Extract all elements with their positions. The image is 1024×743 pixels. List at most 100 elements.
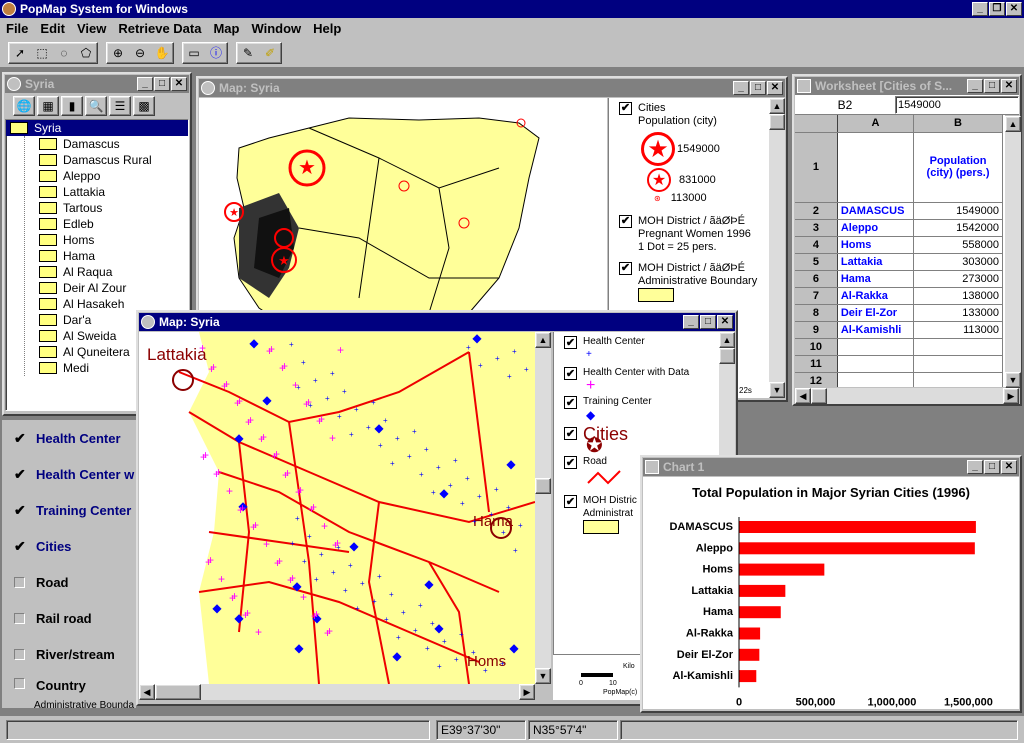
hc-checkbox[interactable]: ✔	[564, 336, 577, 349]
scroll-up-icon[interactable]: ▲	[535, 332, 551, 348]
minimize-button[interactable]: _	[972, 2, 988, 16]
checkbox-empty[interactable]	[14, 678, 25, 689]
hcd-checkbox[interactable]: ✔	[564, 367, 577, 380]
moh3-checkbox[interactable]: ✔	[564, 495, 577, 508]
moh1-checkbox[interactable]: ✔	[619, 215, 632, 228]
tree-maximize-button[interactable]: □	[154, 77, 170, 91]
menu-map[interactable]: Map	[207, 21, 245, 36]
checkbox-empty[interactable]	[14, 648, 25, 660]
map2-close-button[interactable]: ✕	[717, 315, 733, 329]
grid-view-icon[interactable]: ▩	[133, 96, 155, 116]
cell-b[interactable]: 1542000	[913, 219, 1003, 237]
tree-item[interactable]: Aleppo	[25, 168, 188, 184]
row-header[interactable]: 2	[795, 202, 838, 220]
map2-vscroll[interactable]: ▲ ▼	[535, 332, 551, 684]
moh2-checkbox[interactable]: ✔	[619, 262, 632, 275]
tree-item[interactable]: Edleb	[25, 216, 188, 232]
row-header[interactable]: 3	[795, 219, 838, 237]
tree-root[interactable]: Syria	[6, 120, 188, 136]
col-header-a[interactable]: A	[837, 115, 915, 133]
map2-maximize-button[interactable]: □	[700, 315, 716, 329]
layer-item[interactable]: ✔ Training Center	[2, 492, 136, 528]
cell-b[interactable]	[913, 372, 1003, 387]
tree-item[interactable]: Lattakia	[25, 184, 188, 200]
scroll-down-icon[interactable]: ▼	[535, 668, 551, 684]
cell-b[interactable]: 558000	[913, 236, 1003, 254]
highlight-tool-icon[interactable]: ✐	[259, 43, 281, 63]
row-header-1[interactable]: 1	[795, 132, 838, 203]
cell-a[interactable]: DAMASCUS	[837, 202, 915, 220]
bar[interactable]	[739, 670, 757, 683]
search-icon[interactable]: 🔍	[85, 96, 107, 116]
menu-window[interactable]: Window	[245, 21, 307, 36]
cell-a[interactable]: Hama	[837, 270, 915, 288]
row-header[interactable]: 9	[795, 321, 838, 339]
cell-a[interactable]: Lattakia	[837, 253, 915, 271]
tree-item[interactable]: Al Raqua	[25, 264, 188, 280]
layer-item[interactable]: Rail road	[2, 600, 136, 636]
bar[interactable]	[739, 521, 976, 533]
map2-hscroll[interactable]: ◀ ▶	[139, 684, 535, 700]
chart-maximize-button[interactable]: □	[984, 460, 1000, 474]
checkbox-empty[interactable]	[14, 612, 25, 624]
scroll-thumb[interactable]	[811, 388, 827, 404]
cities2-checkbox[interactable]: ✔	[564, 427, 577, 440]
tree-item[interactable]: Hama	[25, 248, 188, 264]
row-header[interactable]: 6	[795, 270, 838, 288]
chart-minimize-button[interactable]: _	[967, 460, 983, 474]
cell-a[interactable]: Deir El-Zor	[837, 304, 915, 322]
row-header[interactable]: 5	[795, 253, 838, 271]
cell-b[interactable]: 273000	[913, 270, 1003, 288]
cell-a[interactable]: Aleppo	[837, 219, 915, 237]
chart-view-icon[interactable]: ▮	[61, 96, 83, 116]
cities-checkbox[interactable]: ✔	[619, 102, 632, 115]
layer-item[interactable]: ✔ Health Center	[2, 420, 136, 456]
row-header[interactable]: 7	[795, 287, 838, 305]
scroll-left-icon[interactable]: ◀	[139, 684, 155, 700]
tree-item[interactable]: Damascus	[25, 136, 188, 152]
row-header[interactable]: 12	[795, 372, 838, 387]
scroll-right-icon[interactable]: ▶	[1003, 388, 1019, 404]
chart-close-button[interactable]: ✕	[1001, 460, 1017, 474]
cell-b[interactable]: 1549000	[913, 202, 1003, 220]
scroll-up-icon[interactable]: ▲	[1005, 116, 1021, 132]
map2-minimize-button[interactable]: _	[683, 315, 699, 329]
ws-maximize-button[interactable]: □	[984, 79, 1000, 93]
ws-vscroll[interactable]: ▲ ▼	[1005, 116, 1021, 388]
select-poly-icon[interactable]: ⬠	[75, 43, 97, 63]
map1-legend-scrollbar[interactable]: ▲ ▼	[769, 98, 785, 398]
bar[interactable]	[739, 606, 781, 619]
cell-b[interactable]: 113000	[913, 321, 1003, 339]
cell-a[interactable]: Al-Kamishli	[837, 321, 915, 339]
info-icon[interactable]: ⓘ	[205, 43, 227, 63]
layer-item[interactable]: Country Administrative Bounda	[2, 672, 136, 708]
select-circle-icon[interactable]: ◌	[53, 43, 75, 63]
list-view-icon[interactable]: ☰	[109, 96, 131, 116]
ws-hscroll[interactable]: ◀ ▶	[795, 388, 1019, 404]
cell-a[interactable]: Al-Rakka	[837, 287, 915, 305]
cell-value-input[interactable]: 1549000	[895, 95, 1019, 114]
road-checkbox[interactable]: ✔	[564, 456, 577, 469]
close-button[interactable]: ✕	[1006, 2, 1022, 16]
bar[interactable]	[739, 584, 786, 597]
edit-tool-icon[interactable]: ✎	[237, 43, 259, 63]
scroll-thumb[interactable]	[535, 478, 551, 494]
check-icon[interactable]: ✔	[14, 538, 28, 555]
scroll-down-icon[interactable]: ▼	[769, 382, 785, 398]
tree-close-button[interactable]: ✕	[171, 77, 187, 91]
pan-hand-icon[interactable]: ✋	[151, 43, 173, 63]
bar[interactable]	[739, 648, 760, 661]
scroll-thumb[interactable]	[155, 684, 201, 700]
checkbox-empty[interactable]	[14, 576, 25, 588]
bar[interactable]	[739, 627, 761, 640]
row-header[interactable]: 4	[795, 236, 838, 254]
scroll-thumb[interactable]	[769, 114, 785, 130]
map1-maximize-button[interactable]: □	[750, 81, 766, 95]
pointer-tool-icon[interactable]: ➚	[9, 43, 31, 63]
tree-minimize-button[interactable]: _	[137, 77, 153, 91]
scroll-down-icon[interactable]: ▼	[1005, 372, 1021, 388]
check-icon[interactable]: ✔	[14, 502, 28, 519]
tree-item[interactable]: Deir Al Zour	[25, 280, 188, 296]
label-tool-icon[interactable]: ▭	[183, 43, 205, 63]
col-header-b[interactable]: B	[913, 115, 1003, 133]
